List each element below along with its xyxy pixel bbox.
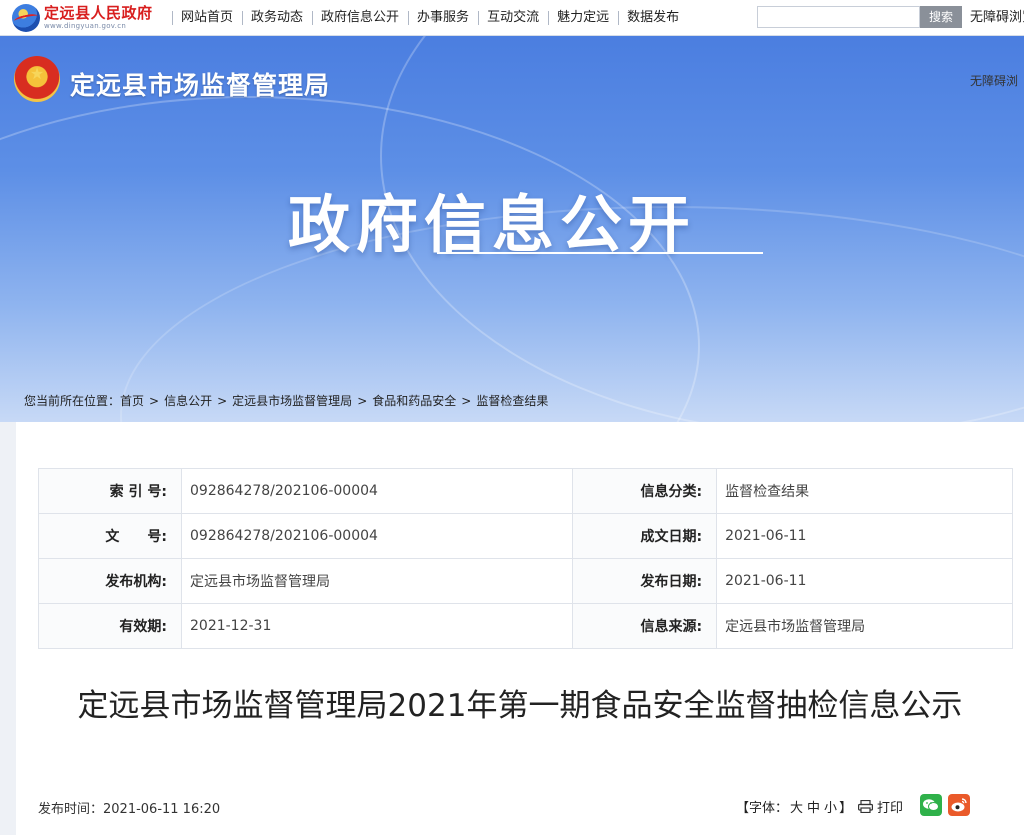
table-row: 索 引 号: 092864278/202106-00004 信息分类: 监督检查…: [38, 468, 1013, 514]
breadcrumb-prefix: 您当前所在位置：: [24, 394, 121, 408]
meta-key-written-date: 成文日期:: [572, 513, 718, 559]
nav-item-info-disclosure[interactable]: 政府信息公开: [312, 0, 408, 36]
share-wechat-button[interactable]: [920, 794, 942, 816]
meta-key-index: 索 引 号:: [38, 468, 182, 514]
font-size-small-button[interactable]: 小: [824, 801, 837, 816]
meta-key-source: 信息来源:: [572, 603, 718, 649]
meta-value-source: 定远县市场监督管理局: [716, 603, 1013, 649]
meta-value-category: 监督检查结果: [716, 468, 1013, 514]
meta-key-doc-number: 文 号:: [38, 513, 182, 559]
nav-item-services[interactable]: 办事服务: [408, 0, 478, 36]
meta-value-index: 092864278/202106-00004: [180, 468, 574, 514]
breadcrumb-separator: >: [357, 394, 368, 408]
weibo-icon: [951, 798, 967, 812]
font-size-medium-button[interactable]: 中: [807, 801, 820, 816]
breadcrumb-separator: >: [217, 394, 228, 408]
breadcrumb-food-drug[interactable]: 食品和药品安全: [372, 394, 456, 408]
meta-value-publisher: 定远县市场监督管理局: [180, 558, 574, 604]
logo-title: 定远县人民政府: [44, 4, 153, 22]
breadcrumb-inspection-results[interactable]: 监督检查结果: [476, 394, 548, 408]
national-emblem-icon: [14, 56, 60, 102]
logo-text: 定远县人民政府 www.dingyuan.gov.cn: [44, 6, 153, 30]
breadcrumb: 您当前所在位置：首页 > 信息公开 > 定远县市场监督管理局 > 食品和药品安全 > 监督检查结…: [24, 392, 548, 409]
section-title: 政府信息公开: [288, 188, 697, 261]
site-logo[interactable]: 定远县人民政府 www.dingyuan.gov.cn: [12, 3, 172, 33]
breadcrumb-info-disclosure[interactable]: 信息公开: [164, 394, 212, 408]
nav-item-charm[interactable]: 魅力定远: [548, 0, 618, 36]
globe-logo-icon: [12, 4, 40, 32]
meta-value-valid-until: 2021-12-31: [180, 603, 574, 649]
breadcrumb-home[interactable]: 首页: [120, 394, 144, 408]
top-nav-bar: 定远县人民政府 www.dingyuan.gov.cn 网站首页 政务动态 政府…: [0, 0, 1024, 36]
meta-value-doc-number: 092864278/202106-00004: [180, 513, 574, 559]
meta-key-category: 信息分类:: [572, 468, 718, 514]
logo-url: www.dingyuan.gov.cn: [44, 22, 127, 30]
nav-item-news[interactable]: 政务动态: [242, 0, 312, 36]
font-size-bracket: 】: [839, 801, 853, 816]
publish-time: 发布时间：2021-06-11 16:20: [38, 802, 221, 817]
table-row: 有效期: 2021-12-31 信息来源: 定远县市场监督管理局: [38, 603, 1013, 649]
search-button[interactable]: 搜索: [920, 6, 962, 28]
font-size-control: 【字体：大中小】: [736, 797, 852, 816]
metadata-table: 索 引 号: 092864278/202106-00004 信息分类: 监督检查…: [38, 468, 1013, 649]
main-nav: 网站首页 政务动态 政府信息公开 办事服务 互动交流 魅力定远 数据发布: [172, 0, 688, 36]
print-button[interactable]: 打印: [858, 797, 903, 816]
nav-item-data[interactable]: 数据发布: [618, 0, 688, 36]
accessibility-link[interactable]: 无障碍浏览: [970, 0, 1024, 36]
breadcrumb-bureau[interactable]: 定远县市场监督管理局: [232, 394, 352, 408]
accessibility-link-secondary[interactable]: 无障碍浏: [970, 72, 1018, 89]
page-banner: 定远县市场监督管理局 无障碍浏 政府信息公开 您当前所在位置：首页 > 信息公开 > 定…: [0, 36, 1024, 422]
wechat-icon: [923, 799, 939, 811]
nav-item-interaction[interactable]: 互动交流: [478, 0, 548, 36]
search-input[interactable]: [757, 6, 920, 28]
share-weibo-button[interactable]: [948, 794, 970, 816]
table-row: 文 号: 092864278/202106-00004 成文日期: 2021-0…: [38, 513, 1013, 559]
content-panel: 索 引 号: 092864278/202106-00004 信息分类: 监督检查…: [16, 422, 1024, 835]
meta-key-publish-date: 发布日期:: [572, 558, 718, 604]
print-label: 打印: [877, 801, 904, 816]
meta-key-publisher: 发布机构:: [38, 558, 182, 604]
meta-value-publish-date: 2021-06-11: [716, 558, 1013, 604]
bureau-name: 定远县市场监督管理局: [70, 71, 331, 100]
table-row: 发布机构: 定远县市场监督管理局 发布日期: 2021-06-11: [38, 558, 1013, 604]
nav-item-home[interactable]: 网站首页: [172, 0, 242, 36]
title-underline: [437, 252, 763, 254]
font-size-label: 【字体：: [736, 801, 789, 816]
article-title: 定远县市场监督管理局2021年第一期食品安全监督抽检信息公示: [77, 688, 963, 724]
meta-value-written-date: 2021-06-11: [716, 513, 1013, 559]
font-size-large-button[interactable]: 大: [790, 801, 803, 816]
meta-key-valid-until: 有效期:: [38, 603, 182, 649]
printer-icon: [858, 800, 873, 813]
breadcrumb-separator: >: [149, 394, 160, 408]
breadcrumb-separator: >: [461, 394, 472, 408]
